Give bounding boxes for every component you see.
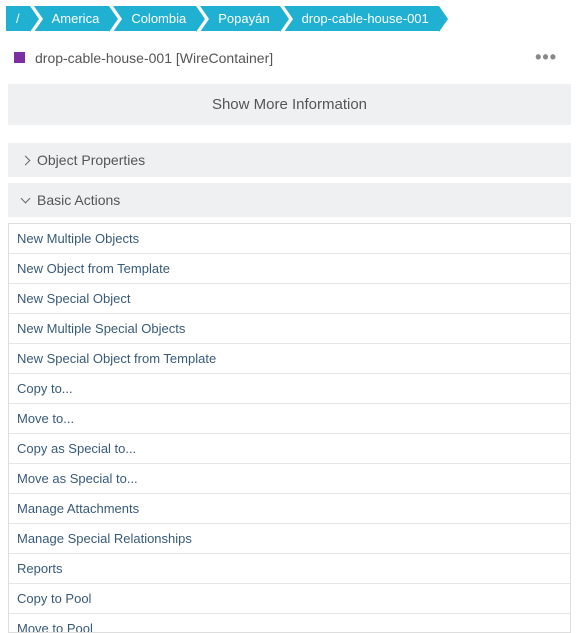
section-label: Basic Actions (37, 192, 120, 208)
action-item[interactable]: Copy to... (9, 374, 570, 404)
action-item[interactable]: Copy as Special to... (9, 434, 570, 464)
title-bar: drop-cable-house-001 [WireContainer] ••• (0, 35, 579, 76)
action-item[interactable]: New Special Object (9, 284, 570, 314)
breadcrumb-item[interactable]: Popayán (200, 6, 279, 31)
section-object-properties[interactable]: Object Properties (8, 143, 571, 177)
chevron-down-icon (21, 194, 31, 204)
breadcrumb: /AmericaColombiaPopayándrop-cable-house-… (0, 0, 579, 35)
action-item[interactable]: New Special Object from Template (9, 344, 570, 374)
basic-actions-list: New Multiple ObjectsNew Object from Temp… (8, 223, 571, 633)
object-type-icon (14, 52, 25, 63)
object-title: drop-cable-house-001 [WireContainer] (35, 50, 527, 66)
action-item[interactable]: New Object from Template (9, 254, 570, 284)
section-label: Object Properties (37, 152, 145, 168)
action-item[interactable]: Manage Attachments (9, 494, 570, 524)
action-item[interactable]: New Multiple Special Objects (9, 314, 570, 344)
action-item[interactable]: Move to... (9, 404, 570, 434)
action-item[interactable]: Copy to Pool (9, 584, 570, 614)
action-item[interactable]: Reports (9, 554, 570, 584)
action-item[interactable]: Manage Special Relationships (9, 524, 570, 554)
action-item[interactable]: Move to Pool (9, 614, 570, 633)
breadcrumb-item[interactable]: drop-cable-house-001 (284, 6, 439, 31)
breadcrumb-item[interactable]: / (6, 6, 30, 31)
section-basic-actions[interactable]: Basic Actions (8, 183, 571, 217)
more-actions-button[interactable]: ••• (527, 45, 565, 70)
action-item[interactable]: Move as Special to... (9, 464, 570, 494)
chevron-right-icon (21, 155, 31, 165)
show-more-info-button[interactable]: Show More Information (8, 84, 571, 125)
action-item[interactable]: New Multiple Objects (9, 224, 570, 254)
breadcrumb-item[interactable]: Colombia (113, 6, 196, 31)
breadcrumb-item[interactable]: America (34, 6, 110, 31)
